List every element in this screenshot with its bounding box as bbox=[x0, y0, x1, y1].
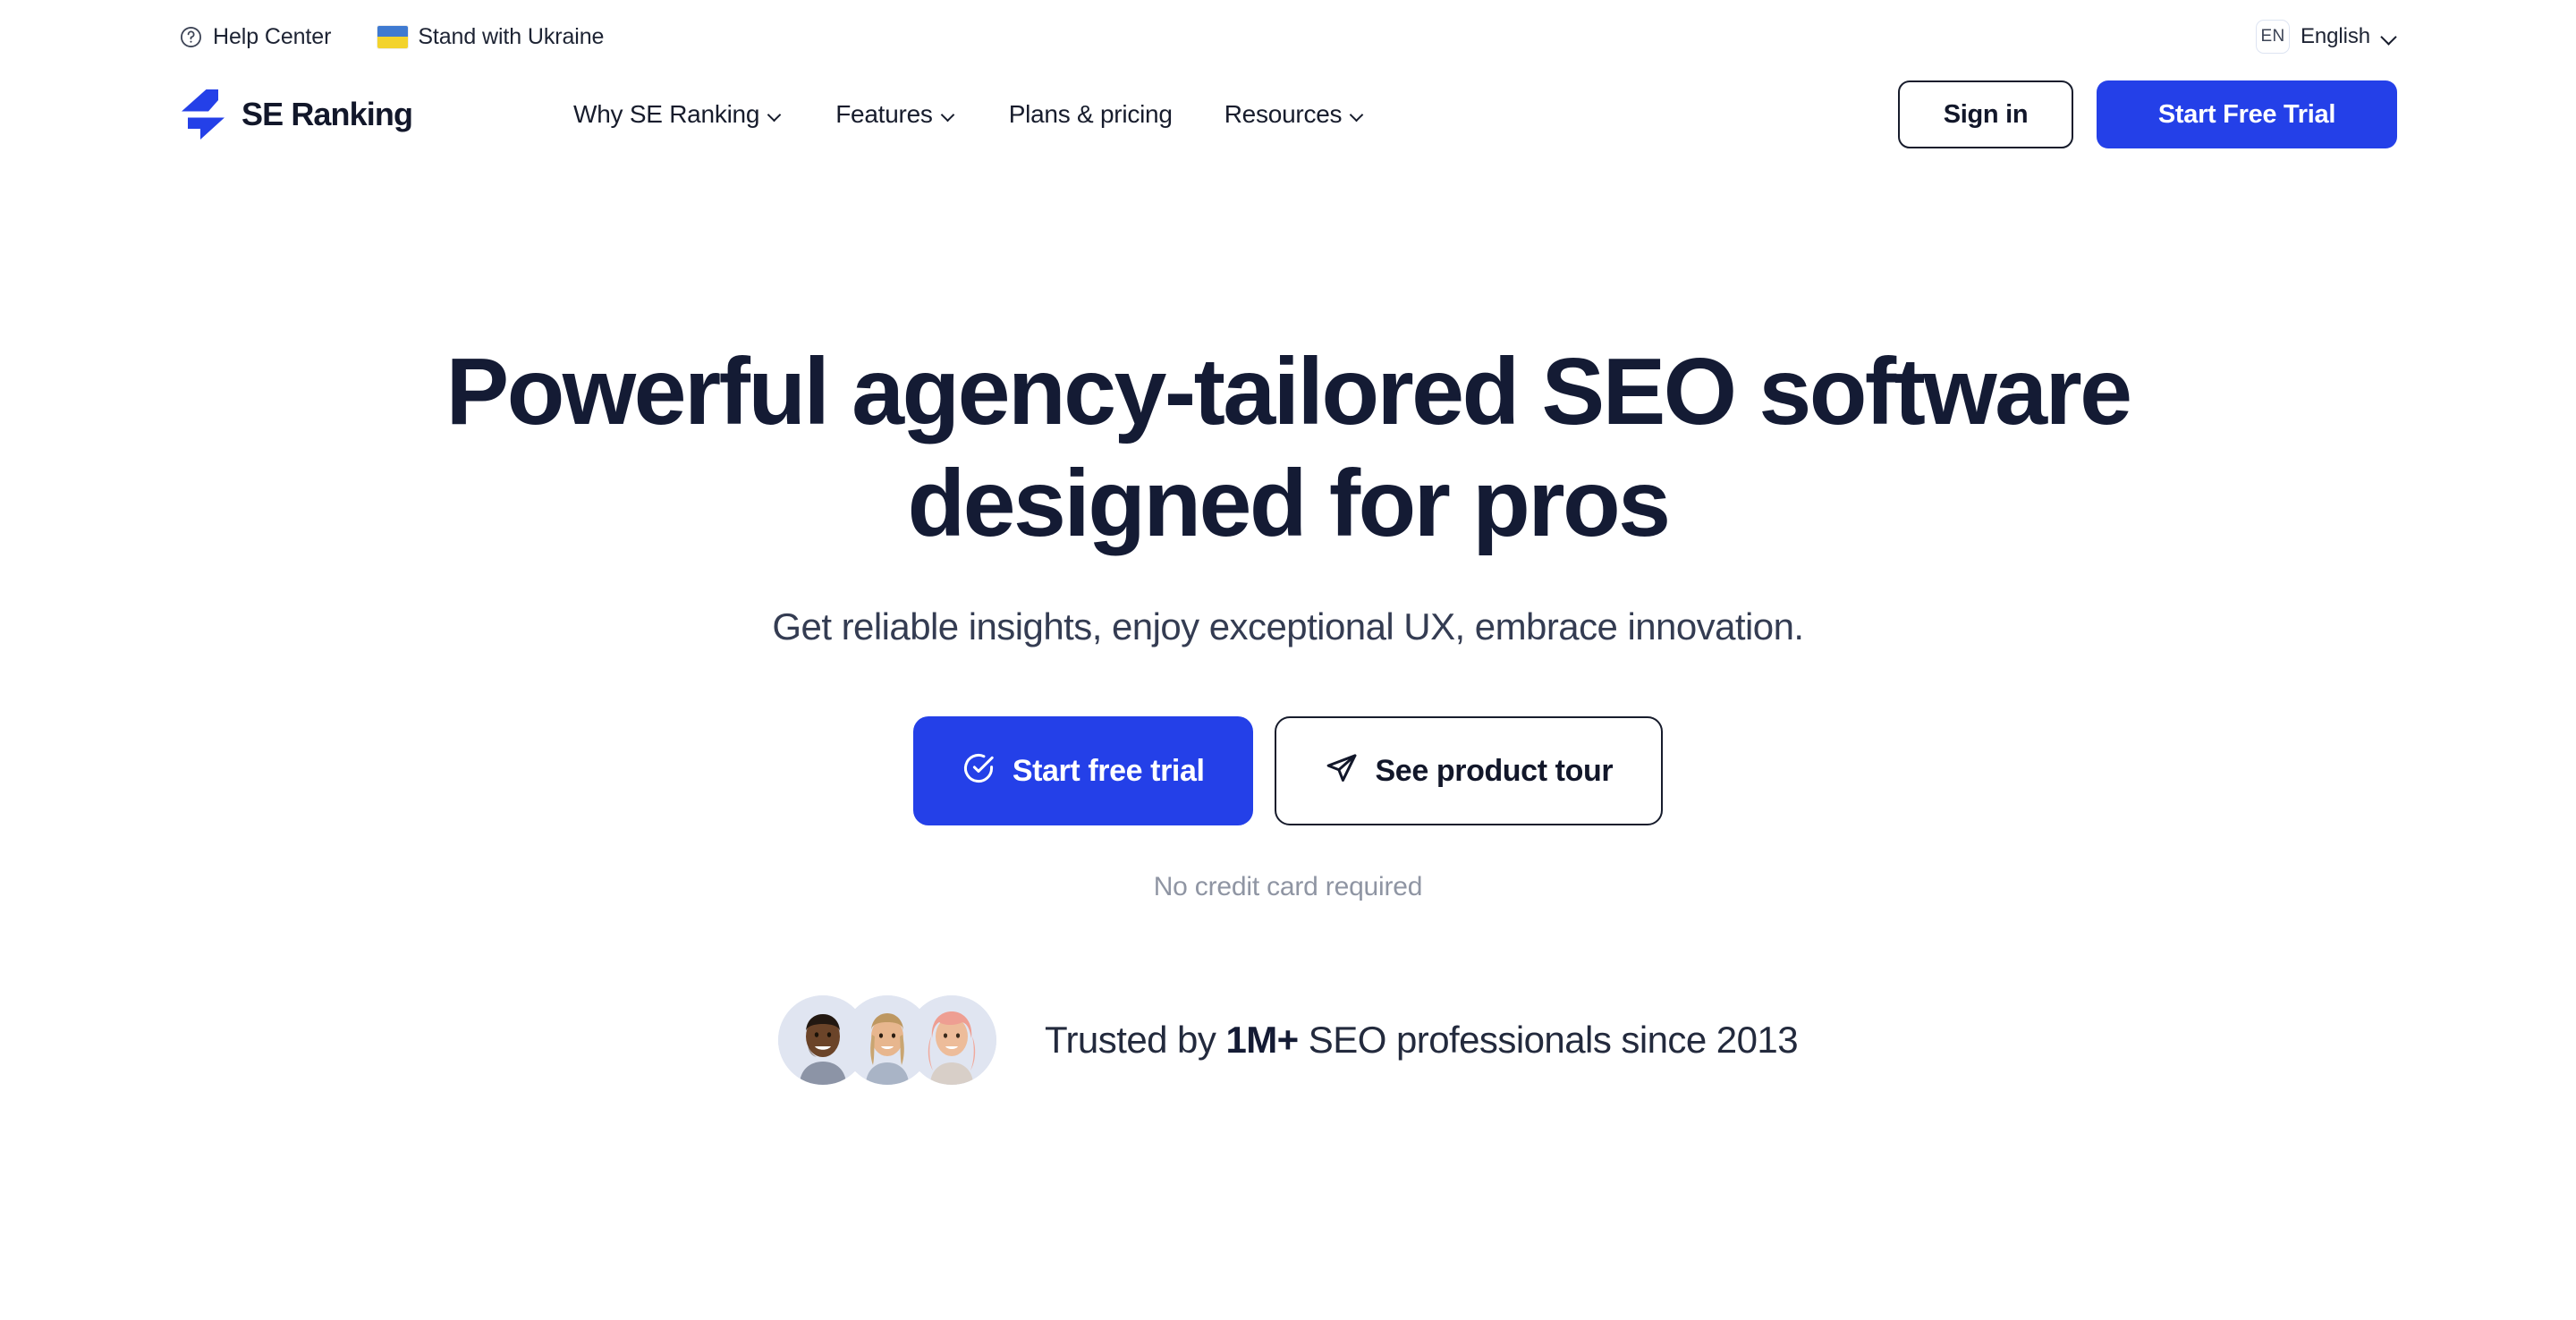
trust-text: Trusted by 1M+ SEO professionals since 2… bbox=[1044, 1018, 1799, 1062]
sign-in-button[interactable]: Sign in bbox=[1898, 80, 2073, 148]
trust-prefix: Trusted by bbox=[1044, 1018, 1226, 1061]
chevron-down-icon bbox=[941, 106, 957, 123]
language-name-label: English bbox=[2300, 24, 2370, 48]
chevron-down-icon bbox=[2381, 29, 2397, 45]
logo[interactable]: SE Ranking bbox=[179, 88, 413, 141]
nav-item-label: Features bbox=[835, 100, 933, 128]
main-nav: Why SE Ranking Features Plans & pricing … bbox=[573, 100, 1366, 129]
logo-text: SE Ranking bbox=[242, 96, 413, 132]
hero-see-product-tour-button[interactable]: See product tour bbox=[1274, 715, 1664, 825]
stand-with-ukraine-label: Stand with Ukraine bbox=[418, 23, 605, 49]
header-actions: Sign in Start Free Trial bbox=[1898, 80, 2397, 148]
chevron-down-icon bbox=[1350, 106, 1366, 123]
no-credit-card-note: No credit card required bbox=[1153, 871, 1423, 901]
hero-secondary-cta-label: See product tour bbox=[1375, 753, 1614, 788]
hero-primary-cta-label: Start free trial bbox=[1012, 753, 1205, 788]
avatar bbox=[906, 994, 996, 1085]
landing-page: Help Center Stand with Ukraine EN Englis… bbox=[0, 0, 2576, 1320]
se-ranking-bolt-logo-icon bbox=[179, 88, 227, 141]
hero-start-free-trial-button[interactable]: Start free trial bbox=[912, 715, 1253, 825]
nav-item-label: Plans & pricing bbox=[1008, 100, 1173, 128]
nav-item-plans-pricing[interactable]: Plans & pricing bbox=[1009, 100, 1173, 129]
paper-plane-icon bbox=[1325, 751, 1359, 791]
hero-subtitle: Get reliable insights, enjoy exceptional… bbox=[772, 605, 1804, 648]
trust-row: Trusted by 1M+ SEO professionals since 2… bbox=[777, 994, 1799, 1085]
start-free-trial-button[interactable]: Start Free Trial bbox=[2097, 80, 2397, 148]
language-code-badge: EN bbox=[2255, 20, 2290, 54]
hero-title: Powerful agency-tailored SEO software de… bbox=[445, 339, 2133, 557]
nav-item-features[interactable]: Features bbox=[835, 100, 957, 129]
nav-item-why-se-ranking[interactable]: Why SE Ranking bbox=[573, 100, 784, 129]
help-circle-icon bbox=[179, 25, 203, 49]
nav-item-label: Why SE Ranking bbox=[573, 100, 760, 128]
avatar-group bbox=[777, 994, 996, 1085]
ukraine-flag-icon bbox=[377, 25, 409, 48]
nav-item-resources[interactable]: Resources bbox=[1224, 100, 1367, 129]
chevron-down-icon bbox=[767, 106, 784, 123]
trust-highlight: 1M+ bbox=[1225, 1018, 1299, 1061]
help-center-label: Help Center bbox=[213, 23, 332, 49]
language-selector[interactable]: EN English bbox=[2255, 20, 2397, 54]
utility-bar: Help Center Stand with Ukraine EN Englis… bbox=[0, 0, 2576, 73]
trust-suffix: SEO professionals since 2013 bbox=[1298, 1018, 1799, 1061]
utility-left-links: Help Center Stand with Ukraine bbox=[179, 25, 604, 49]
hero-cta-group: Start free trial See product tour bbox=[912, 715, 1664, 825]
help-center-link[interactable]: Help Center bbox=[179, 25, 331, 49]
stand-with-ukraine-link[interactable]: Stand with Ukraine bbox=[377, 23, 605, 49]
hero-section: Powerful agency-tailored SEO software de… bbox=[0, 156, 2576, 1085]
site-header: SE Ranking Why SE Ranking Features Plans… bbox=[0, 73, 2576, 156]
check-circle-icon bbox=[962, 751, 996, 791]
nav-item-label: Resources bbox=[1224, 100, 1343, 128]
